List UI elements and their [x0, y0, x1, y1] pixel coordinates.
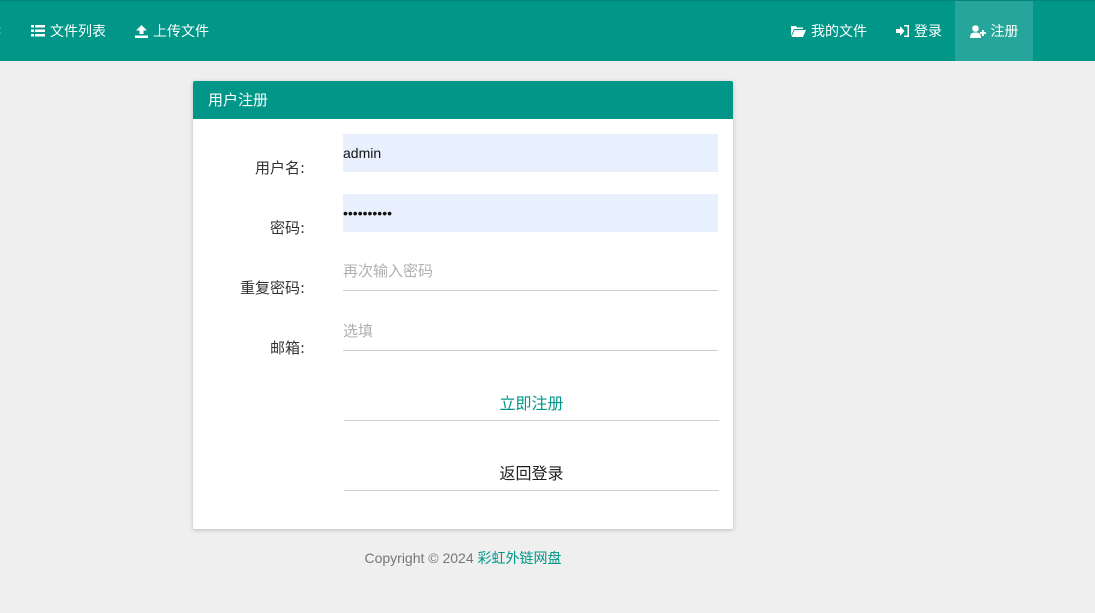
confirm-password-input[interactable] [343, 253, 718, 291]
nav-item-login[interactable]: 登录 [896, 1, 942, 61]
nav-item-register[interactable]: 注册 [955, 1, 1033, 61]
list-icon [31, 25, 45, 37]
nav-item-label: 注册 [990, 24, 1019, 40]
nav-item-label: 我的文件 [811, 24, 867, 40]
register-panel: 用户注册 用户名: 密码: 重复密码: 邮箱: 立即注册 返回登录 [193, 81, 733, 529]
password-label: 密码: [269, 219, 305, 237]
user-plus-icon [969, 24, 986, 38]
email-input[interactable] [343, 313, 718, 351]
nav-item-label: 登录 [914, 24, 942, 40]
top-navbar: ‹ 文件列表 上传文件 我的文件 登录 [0, 0, 1095, 61]
password-input[interactable] [343, 194, 718, 232]
site-name-link[interactable]: 彩虹外链网盘 [478, 550, 562, 566]
panel-title: 用户注册 [193, 81, 733, 119]
sign-in-icon [896, 25, 909, 37]
footer: Copyright © 2024 彩虹外链网盘 [0, 548, 926, 568]
confirm-password-label: 重复密码: [239, 279, 305, 297]
nav-item-label: 文件列表 [50, 24, 106, 40]
username-input[interactable] [343, 134, 718, 172]
copyright-text: Copyright © 2024 [364, 550, 474, 566]
nav-item-my-files[interactable]: 我的文件 [791, 1, 867, 61]
username-label: 用户名: [254, 159, 305, 177]
folder-open-icon [791, 26, 806, 37]
nav-edge-fragment: ‹ [0, 23, 2, 39]
email-label: 邮箱: [269, 339, 305, 357]
upload-icon [135, 24, 148, 38]
nav-item-file-list[interactable]: 文件列表 [31, 1, 106, 61]
nav-item-upload[interactable]: 上传文件 [135, 1, 209, 61]
register-button[interactable]: 立即注册 [344, 383, 719, 421]
nav-item-label: 上传文件 [153, 24, 209, 40]
back-to-login-button[interactable]: 返回登录 [344, 453, 719, 491]
